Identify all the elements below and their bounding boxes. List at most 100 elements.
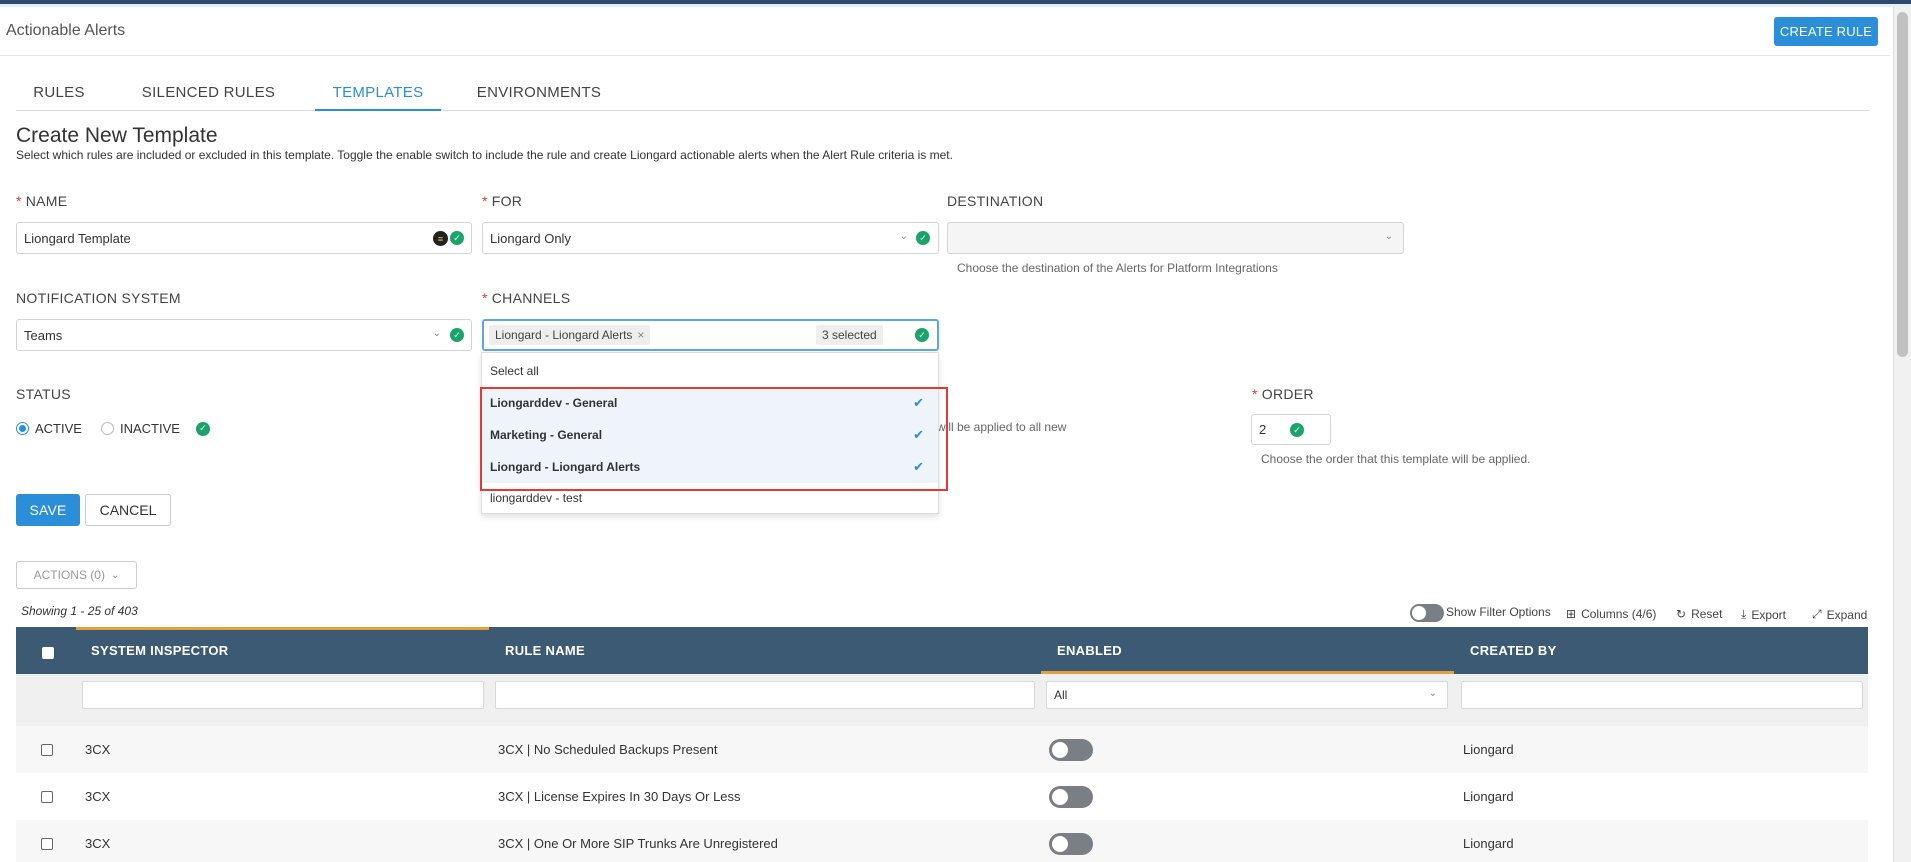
destination-label: DESTINATION (947, 193, 1044, 209)
channel-chip-label: Liongard - Liongard Alerts (495, 328, 633, 342)
channels-valid-check-icon: ✓ (915, 328, 929, 342)
download-icon: ⤓ (1741, 607, 1747, 621)
page-header (0, 7, 1890, 56)
name-valid-check-icon: ✓ (450, 231, 464, 245)
row-rule-name[interactable]: 3CX | One Or More SIP Trunks Are Unregis… (498, 836, 778, 851)
columns-button[interactable]: ⊞ Columns (4/6) (1566, 607, 1656, 621)
row-checkbox[interactable] (41, 743, 53, 756)
row-checkbox[interactable] (41, 837, 53, 850)
tab-environments[interactable]: ENVIRONMENTS (476, 80, 602, 111)
row-rule-name[interactable]: 3CX | License Expires In 30 Days Or Less (498, 789, 741, 804)
enabled-filter-value: All (1054, 688, 1068, 702)
reset-button[interactable]: ↻ Reset (1676, 607, 1722, 621)
show-filter-label[interactable]: Show Filter Options (1446, 605, 1551, 619)
status-active-label[interactable]: ACTIVE (35, 421, 82, 436)
create-rule-button[interactable]: CREATE RULE (1774, 17, 1878, 46)
column-created-by[interactable]: CREATED BY (1470, 627, 1557, 674)
table-row[interactable]: 3CX 3CX | One Or More SIP Trunks Are Unr… (16, 820, 1868, 862)
name-value: Liongard Template (24, 230, 131, 246)
export-label: Export (1751, 607, 1786, 622)
order-value: 2 (1259, 422, 1267, 437)
columns-label: Columns (4/6) (1581, 607, 1657, 621)
column-system-inspector[interactable]: SYSTEM INSPECTOR (91, 627, 228, 674)
tab-bar: RULES SILENCED RULES TEMPLATES ENVIRONME… (16, 80, 1870, 111)
table-row[interactable]: 3CX 3CX | License Expires In 30 Days Or … (16, 773, 1868, 820)
select-all-option[interactable]: Select all (482, 355, 938, 387)
actions-dropdown[interactable]: ACTIONS (0) ⌄ (16, 561, 137, 589)
chevron-down-icon: ⌄ (899, 231, 908, 242)
row-enabled-toggle[interactable] (1049, 785, 1093, 808)
chevron-down-icon: ⌄ (1384, 231, 1393, 242)
export-button[interactable]: ⤓ Export (1741, 607, 1786, 622)
status-label: STATUS (16, 386, 71, 402)
column-rule-name[interactable]: RULE NAME (505, 627, 585, 674)
row-checkbox[interactable] (41, 790, 53, 803)
tab-templates[interactable]: TEMPLATES (315, 80, 441, 111)
results-count: Showing 1 - 25 of 403 (21, 604, 138, 618)
channels-multiselect[interactable]: Liongard - Liongard Alerts × 3 selected … (482, 319, 939, 351)
chevron-down-icon: ⌄ (1428, 688, 1437, 699)
tab-silenced-rules[interactable]: SILENCED RULES (131, 80, 286, 111)
channels-label: * CHANNELS (482, 290, 571, 306)
for-valid-check-icon: ✓ (916, 231, 930, 245)
notification-system-select[interactable]: Teams ⌄ ✓ (16, 319, 472, 351)
rule-name-filter[interactable] (495, 681, 1035, 709)
scrollbar-thumb[interactable] (1897, 12, 1908, 357)
row-enabled-toggle[interactable] (1049, 738, 1093, 761)
row-created-by: Liongard (1463, 742, 1514, 757)
name-label: * NAME (16, 193, 68, 209)
actions-label: ACTIONS (0) (33, 568, 105, 582)
order-input[interactable]: 2 ✓ (1251, 414, 1331, 445)
chevron-down-icon: ⌄ (110, 569, 120, 581)
template-scope-hint: will be applied to all new (937, 420, 1067, 434)
row-inspector: 3CX (85, 742, 111, 757)
table-row[interactable]: 3CX 3CX | No Scheduled Backups Present L… (16, 726, 1868, 773)
expand-label: Expand (1826, 607, 1868, 622)
row-rule-name[interactable]: 3CX | No Scheduled Backups Present (498, 742, 717, 757)
destination-hint: Choose the destination of the Alerts for… (957, 261, 1278, 275)
form-title: Create New Template (16, 124, 218, 147)
for-label: * FOR (482, 193, 523, 209)
status-active-radio[interactable] (16, 422, 29, 435)
password-manager-icon[interactable]: ≡ (433, 231, 448, 246)
status-inactive-radio[interactable] (100, 422, 114, 435)
order-valid-check-icon: ✓ (1290, 423, 1304, 437)
row-enabled-toggle[interactable] (1049, 832, 1093, 855)
name-input[interactable]: Liongard Template ≡ ✓ (16, 222, 472, 254)
notification-valid-check-icon: ✓ (450, 328, 464, 342)
selected-count-badge: 3 selected (816, 325, 883, 345)
select-all-checkbox[interactable] (42, 647, 54, 659)
row-inspector: 3CX (85, 789, 111, 804)
expand-icon: ⤢ (1812, 607, 1822, 621)
row-created-by: Liongard (1463, 789, 1514, 804)
reset-label: Reset (1691, 607, 1723, 621)
expand-button[interactable]: ⤢ Expand (1812, 607, 1867, 622)
tab-rules[interactable]: RULES (16, 80, 102, 111)
form-description: Select which rules are included or exclu… (16, 148, 953, 162)
chevron-down-icon: ⌄ (432, 328, 441, 339)
destination-select[interactable]: ⌄ (947, 222, 1404, 254)
system-inspector-filter[interactable] (82, 681, 484, 709)
column-enabled[interactable]: ENABLED (1057, 627, 1122, 674)
show-filter-toggle[interactable] (1410, 604, 1444, 622)
table-header: SYSTEM INSPECTOR RULE NAME ENABLED CREAT… (16, 627, 1868, 674)
app-title: Actionable Alerts (6, 22, 126, 39)
for-value: Liongard Only (490, 230, 571, 246)
save-button[interactable]: SAVE (16, 494, 80, 526)
created-by-filter[interactable] (1461, 681, 1863, 709)
row-inspector: 3CX (85, 836, 111, 851)
chip-close-icon[interactable]: × (637, 328, 644, 342)
cancel-button[interactable]: CANCEL (85, 494, 171, 526)
for-select[interactable]: Liongard Only ⌄ ✓ (482, 222, 939, 254)
order-hint: Choose the order that this template will… (1261, 452, 1531, 466)
highlight-annotation-box (480, 387, 948, 491)
reset-icon: ↻ (1676, 607, 1687, 621)
enabled-filter-select[interactable]: All ⌄ (1046, 681, 1448, 709)
status-valid-check-icon: ✓ (195, 421, 210, 436)
status-inactive-label[interactable]: INACTIVE (120, 421, 180, 436)
row-created-by: Liongard (1463, 836, 1514, 851)
order-label: * ORDER (1252, 386, 1314, 402)
status-radio-group: ACTIVE INACTIVE ✓ (16, 421, 210, 436)
table-filter-row: All ⌄ (16, 674, 1868, 726)
grid-icon: ⊞ (1566, 607, 1577, 621)
